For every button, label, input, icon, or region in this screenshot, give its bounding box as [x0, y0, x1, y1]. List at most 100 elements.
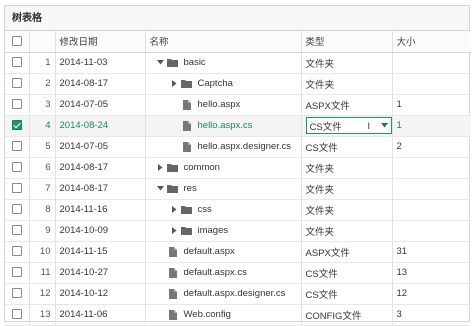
name-cell[interactable]: Web.config: [145, 304, 302, 326]
column-header-date[interactable]: 修改日期: [55, 31, 146, 53]
row-checkbox-cell[interactable]: [5, 115, 30, 137]
select-all-checkbox-cell[interactable]: [5, 31, 30, 53]
type-cell[interactable]: CONFIG文件: [301, 304, 393, 326]
size-cell[interactable]: 13: [392, 262, 471, 284]
date-cell[interactable]: 2014-08-24: [55, 115, 146, 137]
row-checkbox-cell[interactable]: [5, 157, 30, 179]
date-cell[interactable]: 2014-10-12: [55, 283, 146, 305]
name-cell[interactable]: css: [145, 199, 302, 221]
table-row[interactable]: 7 2014-08-17 res 文件夹: [5, 178, 471, 200]
date-cell[interactable]: 2014-11-03: [55, 52, 146, 74]
table-row[interactable]: 13 2014-11-06 Web.config CONFIG文件 3: [5, 304, 471, 326]
select-all-checkbox[interactable]: [11, 36, 22, 47]
size-cell[interactable]: 12: [392, 283, 471, 305]
date-cell[interactable]: 2014-08-17: [55, 73, 146, 95]
size-cell[interactable]: 1: [392, 115, 471, 137]
size-cell[interactable]: [392, 52, 471, 74]
name-cell[interactable]: images: [145, 220, 302, 242]
expand-arrow-icon[interactable]: [170, 80, 180, 87]
type-dropdown[interactable]: CS文件 I: [305, 117, 391, 134]
date-cell[interactable]: 2014-10-27: [55, 262, 146, 284]
table-row[interactable]: 11 2014-10-27 default.aspx.cs CS文件 13: [5, 262, 471, 284]
table-row[interactable]: 12 2014-10-12 default.aspx.designer.cs CS文件…: [5, 283, 471, 305]
row-checkbox-cell[interactable]: [5, 52, 30, 74]
row-checkbox[interactable]: [11, 309, 22, 320]
row-checkbox[interactable]: [11, 246, 22, 257]
row-checkbox-cell[interactable]: [5, 199, 30, 221]
type-cell[interactable]: ASPX文件: [301, 241, 393, 263]
size-cell[interactable]: 1: [392, 94, 471, 116]
size-cell[interactable]: [392, 157, 471, 179]
table-row[interactable]: 2 2014-08-17 Captcha 文件夹: [5, 73, 471, 95]
table-row[interactable]: 4 2014-08-24 hello.aspx.cs CS文件 I 1: [5, 115, 471, 137]
name-cell[interactable]: hello.aspx: [145, 94, 302, 116]
chevron-down-icon[interactable]: [378, 123, 388, 128]
row-checkbox-cell[interactable]: [5, 178, 30, 200]
row-checkbox[interactable]: [11, 225, 22, 236]
name-cell[interactable]: default.aspx: [145, 241, 302, 263]
name-cell[interactable]: res: [145, 178, 302, 200]
row-checkbox[interactable]: [11, 288, 22, 299]
type-cell[interactable]: CS文件 I: [301, 115, 393, 137]
date-cell[interactable]: 2014-07-05: [55, 136, 146, 158]
row-checkbox-cell[interactable]: [5, 304, 30, 326]
type-cell[interactable]: CS文件: [301, 262, 393, 284]
type-cell[interactable]: 文件夹: [301, 157, 393, 179]
row-checkbox[interactable]: [11, 267, 22, 278]
collapse-arrow-icon[interactable]: [156, 60, 166, 65]
row-checkbox[interactable]: [11, 99, 22, 110]
row-checkbox[interactable]: [11, 57, 22, 68]
size-cell[interactable]: 2: [392, 136, 471, 158]
name-cell[interactable]: Captcha: [145, 73, 302, 95]
row-checkbox-cell[interactable]: [5, 262, 30, 284]
type-cell[interactable]: 文件夹: [301, 73, 393, 95]
type-cell[interactable]: 文件夹: [301, 52, 393, 74]
type-cell[interactable]: CS文件: [301, 136, 393, 158]
date-cell[interactable]: 2014-10-09: [55, 220, 146, 242]
size-cell[interactable]: [392, 220, 471, 242]
type-cell[interactable]: 文件夹: [301, 199, 393, 221]
date-cell[interactable]: 2014-08-17: [55, 157, 146, 179]
size-cell[interactable]: 3: [392, 304, 471, 326]
expand-arrow-icon[interactable]: [170, 227, 180, 234]
row-checkbox-cell[interactable]: [5, 136, 30, 158]
row-checkbox-cell[interactable]: [5, 220, 30, 242]
column-header-type[interactable]: 类型: [301, 31, 393, 53]
type-cell[interactable]: 文件夹: [301, 178, 393, 200]
date-cell[interactable]: 2014-11-16: [55, 199, 146, 221]
name-cell[interactable]: hello.aspx.cs: [145, 115, 302, 137]
table-row[interactable]: 3 2014-07-05 hello.aspx ASPX文件 1: [5, 94, 471, 116]
name-cell[interactable]: default.aspx.cs: [145, 262, 302, 284]
date-cell[interactable]: 2014-07-05: [55, 94, 146, 116]
column-header-name[interactable]: 名称: [145, 31, 302, 53]
table-row[interactable]: 9 2014-10-09 images 文件夹: [5, 220, 471, 242]
name-cell[interactable]: hello.aspx.designer.cs: [145, 136, 302, 158]
row-checkbox[interactable]: [11, 204, 22, 215]
row-checkbox[interactable]: [11, 141, 22, 152]
expand-arrow-icon[interactable]: [170, 206, 180, 213]
date-cell[interactable]: 2014-11-06: [55, 304, 146, 326]
row-checkbox-cell[interactable]: [5, 73, 30, 95]
date-cell[interactable]: 2014-08-17: [55, 178, 146, 200]
size-cell[interactable]: [392, 178, 471, 200]
row-checkbox-cell[interactable]: [5, 94, 30, 116]
name-cell[interactable]: default.aspx.designer.cs: [145, 283, 302, 305]
size-cell[interactable]: 31: [392, 241, 471, 263]
size-cell[interactable]: [392, 73, 471, 95]
row-checkbox-cell[interactable]: [5, 241, 30, 263]
table-row[interactable]: 1 2014-11-03 basic 文件夹: [5, 52, 471, 74]
size-cell[interactable]: [392, 199, 471, 221]
row-checkbox[interactable]: [11, 183, 22, 194]
name-cell[interactable]: basic: [145, 52, 302, 74]
table-row[interactable]: 6 2014-08-17 common 文件夹: [5, 157, 471, 179]
column-header-size[interactable]: 大小: [392, 31, 471, 53]
row-checkbox[interactable]: [11, 162, 22, 173]
date-cell[interactable]: 2014-11-15: [55, 241, 146, 263]
type-cell[interactable]: CS文件: [301, 283, 393, 305]
type-cell[interactable]: ASPX文件: [301, 94, 393, 116]
name-cell[interactable]: common: [145, 157, 302, 179]
row-checkbox[interactable]: [11, 120, 22, 131]
collapse-arrow-icon[interactable]: [156, 186, 166, 191]
expand-arrow-icon[interactable]: [156, 164, 166, 171]
type-cell[interactable]: 文件夹: [301, 220, 393, 242]
